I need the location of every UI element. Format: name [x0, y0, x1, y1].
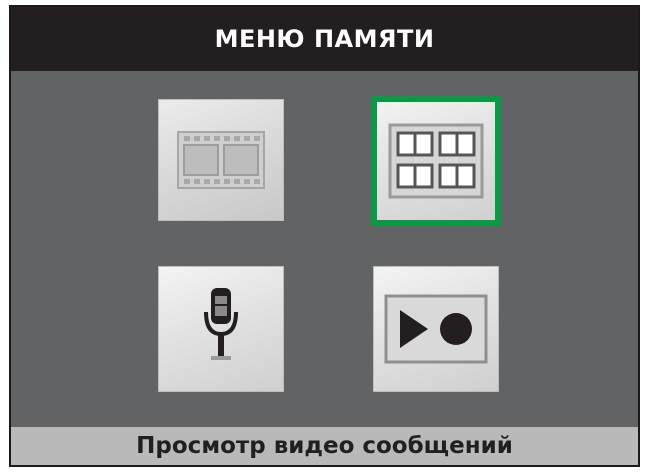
page-title: МЕНЮ ПАМЯТИ	[214, 25, 435, 53]
screen-header: МЕНЮ ПАМЯТИ	[11, 7, 638, 71]
video-memory-tile[interactable]	[158, 99, 284, 221]
grid-gallery-icon	[388, 121, 484, 201]
microphone-icon	[201, 286, 241, 372]
play-record-icon	[384, 294, 488, 364]
voice-memory-tile[interactable]	[158, 266, 284, 392]
video-messages-tile[interactable]	[371, 96, 501, 226]
record-playback-tile[interactable]	[373, 266, 499, 392]
film-strip-icon	[176, 128, 266, 192]
status-bar: Просмотр видео сообщений	[11, 427, 638, 465]
status-text: Просмотр видео сообщений	[136, 433, 513, 459]
memory-menu-screen: МЕНЮ ПАМЯТИ Просмотр видео сообщений	[9, 5, 640, 467]
